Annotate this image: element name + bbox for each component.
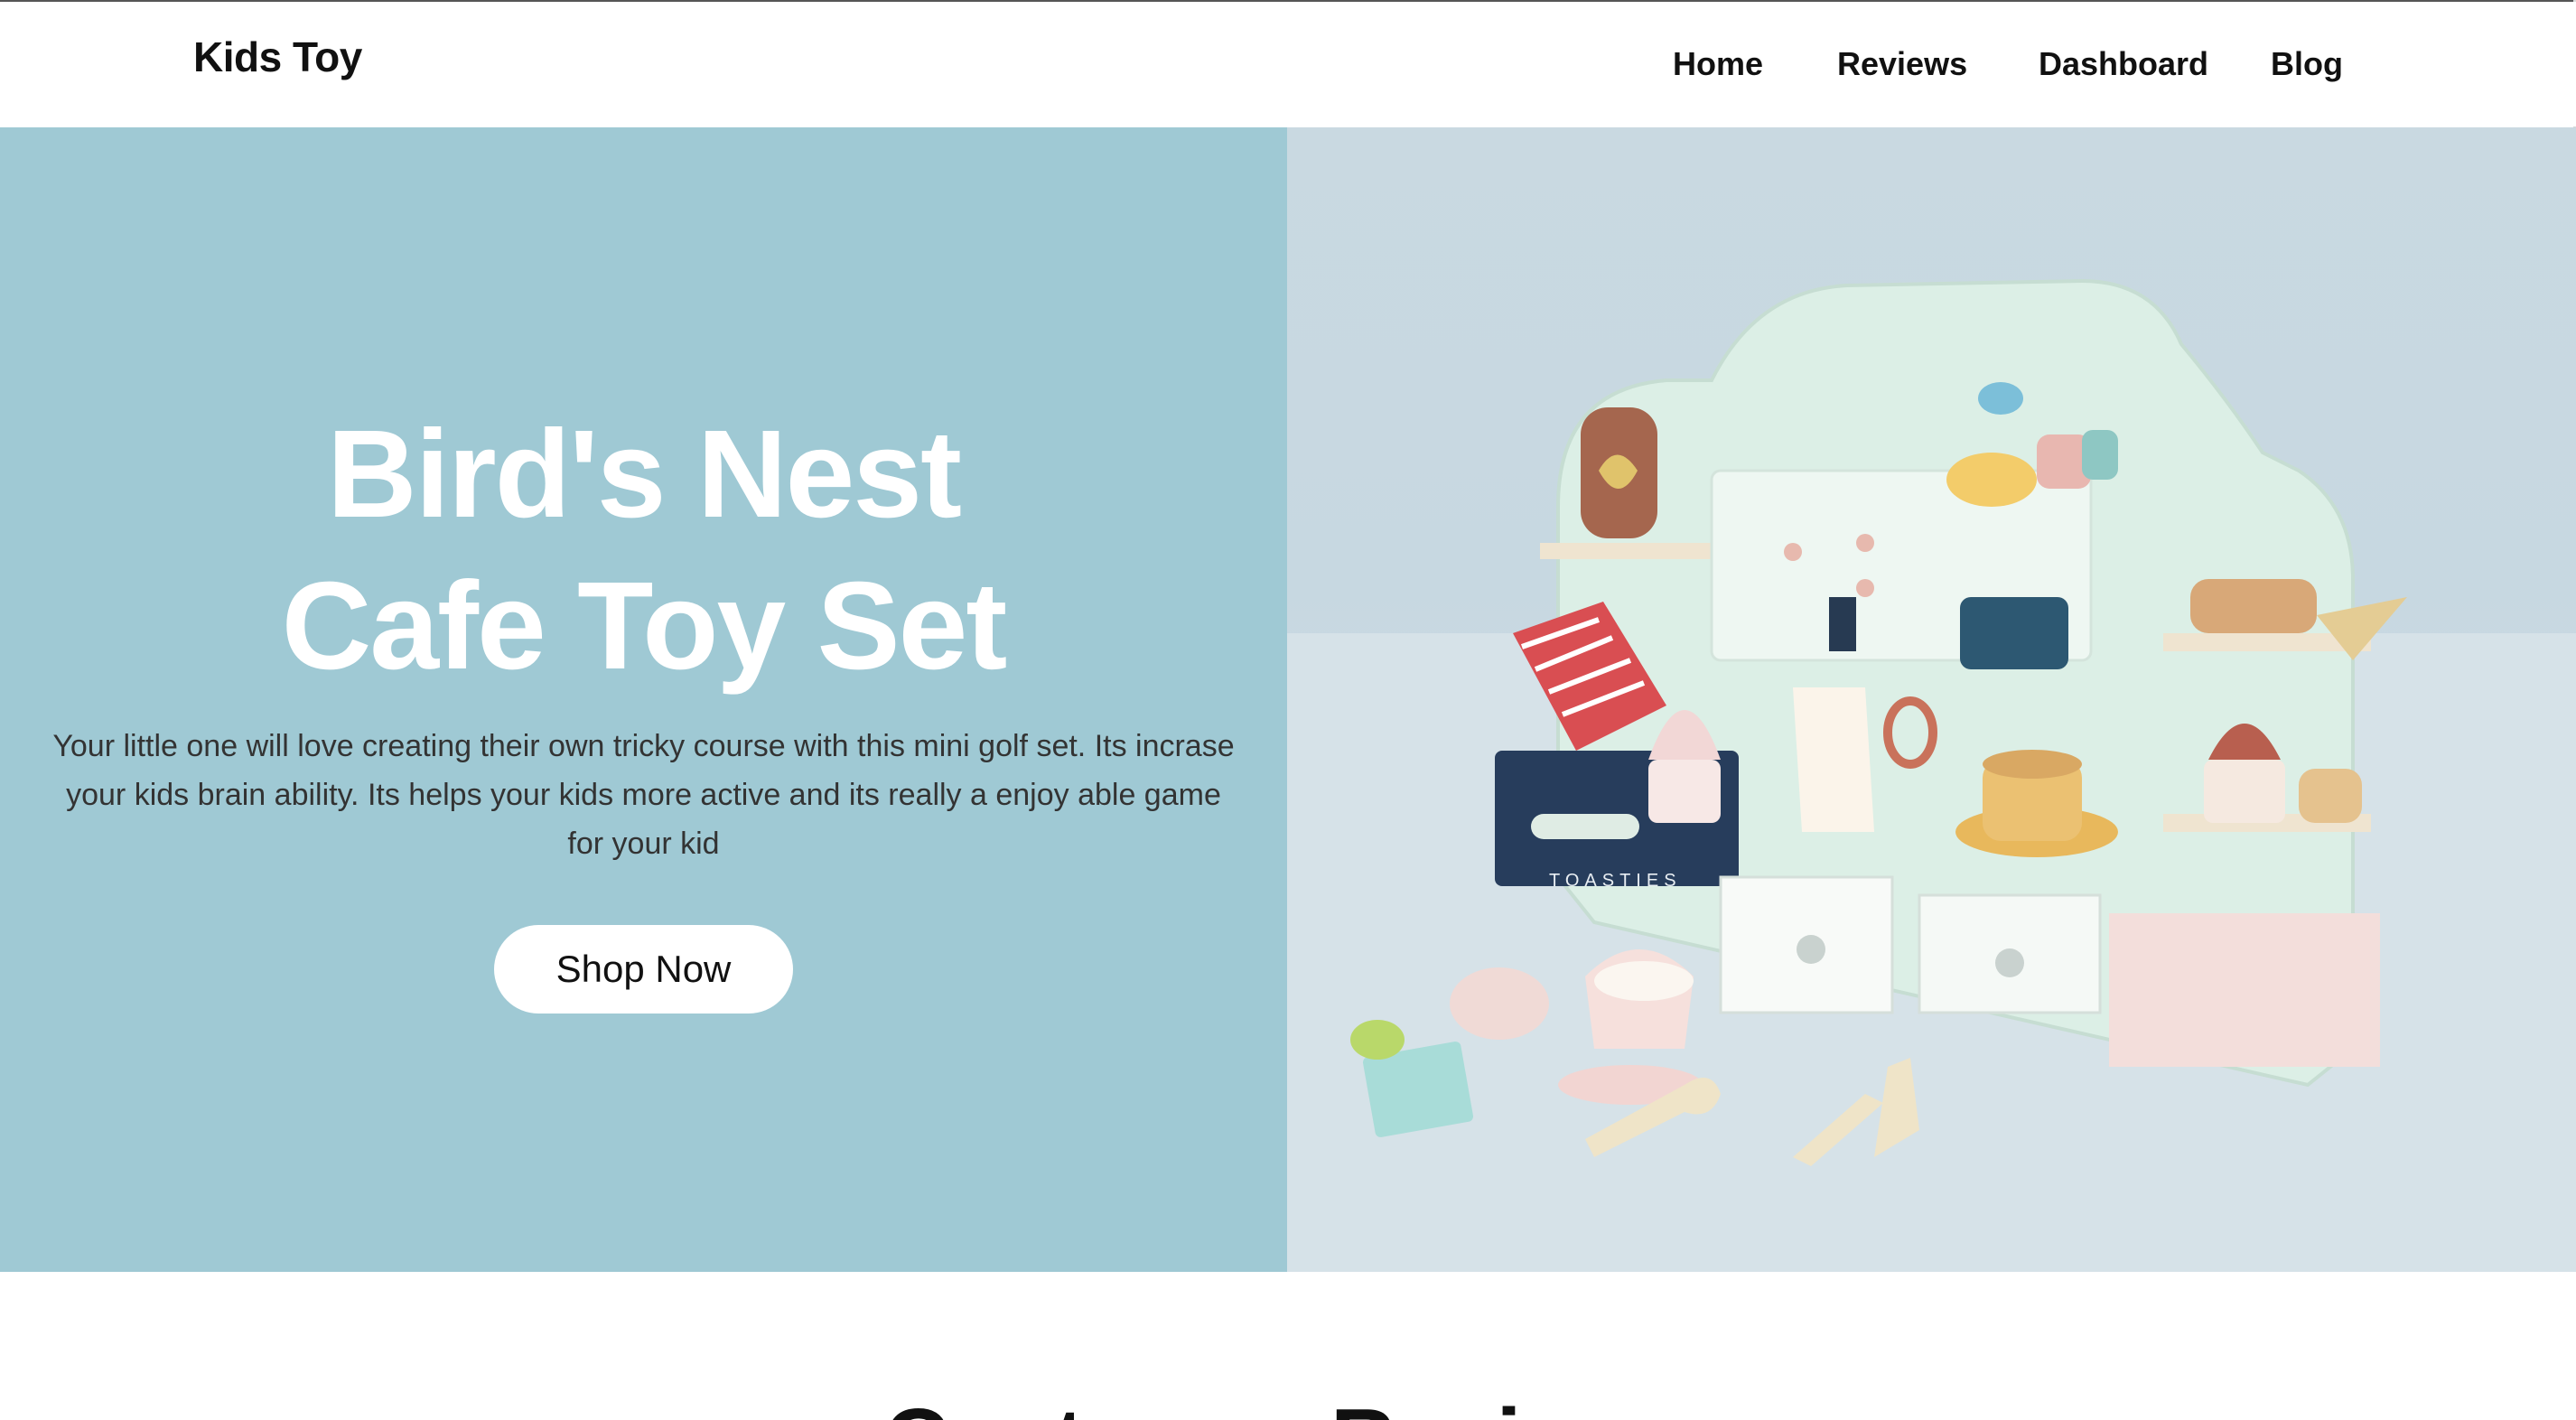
section-heading: Customer Reviews	[0, 1391, 2576, 1420]
nav-home-link[interactable]: Home	[1673, 45, 1763, 83]
hero-title-line-1: Bird's Nest	[326, 405, 962, 544]
reviews-section: Customer Reviews	[0, 1272, 2576, 1420]
site-header: Kids Toy Home Reviews Dashboard Blog	[0, 2, 2576, 126]
hero-title-line-2: Cafe Toy Set	[281, 556, 1008, 696]
hero-title: Bird's Nest Cafe Toy Set	[0, 398, 1287, 702]
main-nav: Home Reviews Dashboard Blog	[1673, 45, 2576, 90]
hero-banner: Bird's Nest Cafe Toy Set Your little one…	[0, 127, 2576, 1272]
hero-product-image: TOASTIES	[1287, 127, 2576, 1272]
svg-text:TOASTIES: TOASTIES	[1549, 871, 1682, 891]
cafe-toy-set-illustration: TOASTIES	[1287, 278, 2576, 1272]
nav-reviews-link[interactable]: Reviews	[1837, 45, 1967, 83]
brand-logo[interactable]: Kids Toy	[193, 33, 362, 81]
hero-text-panel: Bird's Nest Cafe Toy Set Your little one…	[0, 127, 1287, 1272]
nav-blog-link[interactable]: Blog	[2271, 45, 2343, 83]
hero-description: Your little one will love creating their…	[52, 729, 1235, 861]
nav-dashboard-link[interactable]: Dashboard	[2039, 45, 2208, 83]
shop-now-button[interactable]: Shop Now	[494, 925, 793, 1014]
